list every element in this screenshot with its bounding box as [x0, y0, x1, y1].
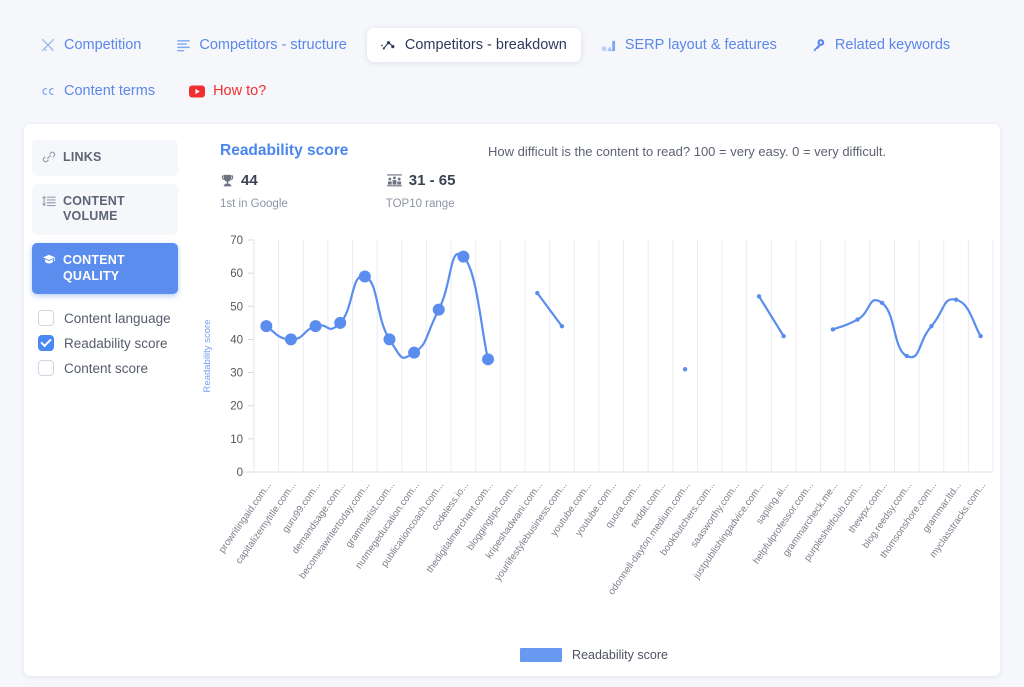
- sidebar-item-label: LINKS: [63, 150, 102, 164]
- checkbox-box[interactable]: [38, 310, 54, 327]
- sidebar-item-content-quality[interactable]: CONTENT QUALITY: [32, 242, 178, 295]
- checkbox-content-score[interactable]: Content score: [38, 360, 186, 377]
- tab-label: SERP layout & features: [624, 36, 777, 53]
- checkbox-readability-score[interactable]: Readability score: [38, 335, 186, 352]
- readability-chart: 0 10 20 30 40 50 60 70 Readability score prowriti…: [196, 232, 994, 676]
- data-point[interactable]: [929, 323, 934, 329]
- trophy-icon: [220, 173, 235, 188]
- stat-value: 44: [241, 172, 258, 189]
- data-point[interactable]: [260, 320, 273, 333]
- checkbox-box[interactable]: [38, 360, 54, 377]
- data-point[interactable]: [482, 353, 495, 366]
- tab-label: Content terms: [64, 82, 156, 99]
- data-point[interactable]: [284, 333, 297, 346]
- data-point[interactable]: [756, 294, 762, 299]
- y-tick-label: 20: [230, 401, 243, 413]
- chart-legend: Readability score: [196, 648, 992, 662]
- checkbox-content-language[interactable]: Content language: [38, 310, 186, 327]
- data-point[interactable]: [408, 346, 421, 359]
- data-point[interactable]: [383, 333, 396, 346]
- y-tick-label: 50: [230, 301, 243, 313]
- sidebar: LINKS CONTENT VOLUME CONTENT QUALITY Con…: [24, 124, 186, 385]
- stat-value-row: 31 - 65: [386, 172, 456, 189]
- tab-label: Competition: [64, 36, 142, 53]
- stat-label: TOP10 range: [385, 198, 455, 210]
- checkbox-label: Content language: [64, 310, 171, 326]
- metric-checkbox-group: Content language Readability score Conte…: [24, 302, 186, 377]
- sidebar-item-label: CONTENT QUALITY: [63, 252, 125, 283]
- list-icon: [175, 37, 191, 53]
- data-point[interactable]: [781, 333, 786, 339]
- key-icon: [811, 37, 827, 53]
- quote-icon: [40, 83, 56, 99]
- checkbox-label: Readability score: [64, 335, 168, 351]
- tab-serp-layout-features[interactable]: SERP layout & features: [587, 28, 791, 62]
- stat-value-row: 44: [220, 172, 288, 189]
- competition-icon: [40, 37, 56, 53]
- data-point[interactable]: [682, 367, 688, 372]
- data-point[interactable]: [904, 353, 909, 359]
- tab-competitors-structure[interactable]: Competitors - structure: [161, 28, 360, 62]
- stat-label: 1st in Google: [220, 198, 288, 210]
- sidebar-item-content-volume[interactable]: CONTENT VOLUME: [32, 183, 178, 235]
- quality-icon: [42, 253, 56, 267]
- volume-icon: [42, 194, 56, 208]
- network-icon: [381, 37, 397, 53]
- tab-label: Competitors - structure: [199, 36, 347, 53]
- sidebar-item-label: CONTENT VOLUME: [63, 193, 125, 224]
- data-point[interactable]: [879, 300, 885, 306]
- data-point[interactable]: [953, 297, 959, 302]
- tab-label: Related keywords: [834, 36, 951, 53]
- youtube-icon: [189, 83, 206, 99]
- checkbox-label: Content score: [64, 360, 149, 376]
- data-point[interactable]: [535, 290, 540, 296]
- data-point[interactable]: [855, 317, 860, 322]
- chart-svg: 010203040506070Readability scoreprowriti…: [202, 235, 994, 597]
- y-tick-label: 30: [230, 368, 243, 380]
- metric-description: How difficult is the content to read? 10…: [488, 144, 887, 159]
- series-line: [831, 298, 982, 359]
- tab-how-to[interactable]: How to?: [175, 74, 280, 108]
- sidebar-item-links[interactable]: LINKS: [32, 140, 178, 176]
- data-point[interactable]: [978, 333, 983, 339]
- data-point[interactable]: [559, 323, 565, 329]
- tab-content-terms[interactable]: Content terms: [26, 74, 169, 108]
- stats-row: 44 1st in Google 31 - 65 TOP10 range: [220, 172, 553, 210]
- serp-layout-icon: [601, 37, 617, 53]
- y-tick-label: 10: [230, 434, 243, 446]
- legend-swatch: [520, 648, 563, 662]
- tab-competitors-breakdown[interactable]: Competitors - breakdown: [366, 28, 581, 62]
- checkbox-box[interactable]: [38, 335, 54, 352]
- page-title: Readability score: [220, 142, 349, 159]
- data-point[interactable]: [309, 320, 322, 333]
- y-tick-label: 60: [230, 268, 243, 280]
- data-point[interactable]: [457, 250, 470, 263]
- tab-related-keywords[interactable]: Related keywords: [797, 28, 964, 62]
- data-point[interactable]: [830, 327, 836, 332]
- y-axis-title: Readability score: [202, 320, 213, 393]
- stat-first-in-google: 44 1st in Google: [220, 172, 288, 210]
- tab-label: How to?: [213, 82, 267, 99]
- stat-top10-range: 31 - 65 TOP10 range: [386, 172, 456, 210]
- data-point[interactable]: [334, 316, 347, 329]
- tab-competition[interactable]: Competition: [26, 28, 155, 62]
- tab-label: Competitors - breakdown: [404, 36, 567, 53]
- data-point[interactable]: [432, 303, 445, 316]
- content-panel: LINKS CONTENT VOLUME CONTENT QUALITY Con…: [24, 124, 1000, 676]
- y-tick-label: 40: [230, 334, 243, 346]
- y-tick-label: 70: [230, 235, 243, 247]
- tab-bar: Competition Competitors - structure Comp…: [0, 0, 1024, 108]
- stat-value: 31 - 65: [408, 172, 456, 189]
- y-tick-label: 0: [237, 467, 243, 479]
- main-content: Readability score How difficult is the c…: [196, 124, 1000, 676]
- legend-label: Readability score: [572, 648, 668, 662]
- podium-icon: [386, 173, 403, 188]
- data-point[interactable]: [358, 270, 371, 283]
- link-icon: [42, 150, 56, 164]
